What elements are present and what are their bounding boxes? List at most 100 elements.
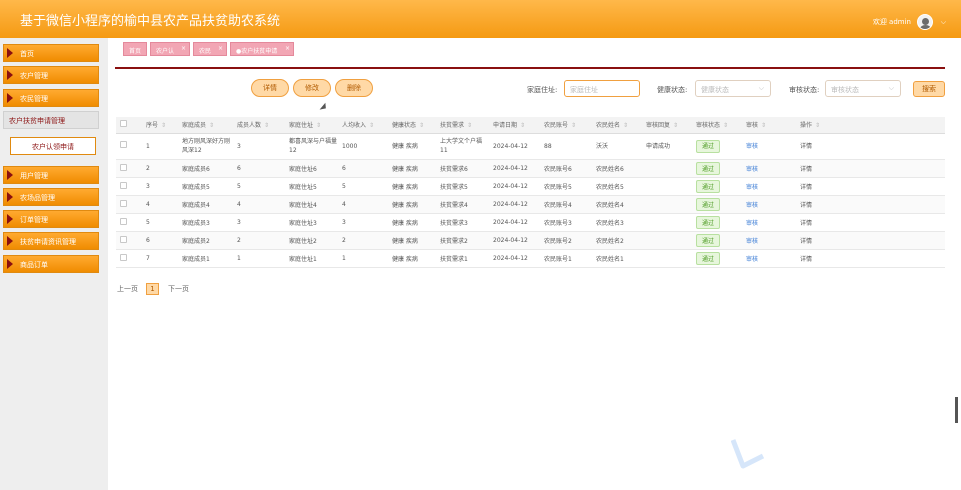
table-row[interactable]: 7 家庭成员1 1 家庭住址1 1 健康 疾病 扶贫需求1 2024-04-12 农民账号1 农民… xyxy=(116,249,945,268)
table-row[interactable]: 5 家庭成员3 3 家庭住址3 3 健康 疾病 扶贫需求3 2024-04-12 农民账号3 农民… xyxy=(116,213,945,232)
tab-home[interactable]: 首页 xyxy=(123,42,147,56)
cell-audit[interactable]: 审核 xyxy=(742,177,796,196)
details-link[interactable]: 详情 xyxy=(800,143,812,150)
sidebar-item-farmers[interactable]: 农民管理 xyxy=(3,89,99,107)
delete-button[interactable]: 删除 xyxy=(335,79,373,97)
audit-link[interactable]: 审核 xyxy=(746,166,758,173)
sort-icon[interactable]: ⇕ xyxy=(161,122,166,129)
table-row[interactable]: 6 家庭成员2 2 家庭住址2 2 健康 疾病 扶贫需求2 2024-04-12 农民账号2 农民… xyxy=(116,231,945,250)
cell-audit[interactable]: 审核 xyxy=(742,213,796,232)
cell-op[interactable]: 详情 xyxy=(796,159,945,178)
address-input[interactable]: 家庭住址 xyxy=(564,80,640,97)
tab-farmers[interactable]: 农民 × xyxy=(193,42,227,56)
column-header[interactable]: 家庭成员 ⇕ xyxy=(178,117,233,134)
close-icon[interactable]: × xyxy=(285,45,290,52)
column-header[interactable]: 审核 ⇕ xyxy=(742,117,796,134)
cell-audit[interactable]: 审核 xyxy=(742,231,796,250)
sidebar-item-product-orders[interactable]: 商品订单 xyxy=(3,255,99,273)
row-checkbox[interactable] xyxy=(120,199,127,207)
table-row[interactable]: 3 家庭成员5 5 家庭住址5 5 健康 疾病 扶贫需求5 2024-04-12 农民账号5 农民… xyxy=(116,177,945,196)
details-link[interactable]: 详情 xyxy=(800,202,812,209)
select-all-checkbox[interactable] xyxy=(120,120,127,128)
table-row[interactable]: 1 地方刚风深好方刚风深12 3 都喜风深与户福量12 1000 健康 疾病 上大学文个户福… xyxy=(116,133,945,160)
edit-button[interactable]: 修改 xyxy=(293,79,331,97)
row-checkbox[interactable] xyxy=(120,181,127,189)
sort-icon[interactable]: ⇕ xyxy=(673,122,678,129)
column-header[interactable]: 申请日期 ⇕ xyxy=(489,117,540,134)
sidebar-item-news[interactable]: 扶贫申请资讯管理 xyxy=(3,232,99,250)
sort-icon[interactable]: ⇕ xyxy=(209,122,214,129)
column-header[interactable]: 操作 ⇕ xyxy=(796,117,945,134)
tab-poverty-application[interactable]: ●农户扶贫申请 × xyxy=(230,42,294,56)
close-icon[interactable]: × xyxy=(218,45,223,52)
sidebar-item-poverty-application[interactable]: 农户扶贫申请管理 xyxy=(3,111,99,129)
row-checkbox[interactable] xyxy=(120,141,127,148)
close-icon[interactable]: × xyxy=(181,45,186,52)
sort-icon[interactable]: ⇕ xyxy=(369,122,374,129)
cell-op[interactable]: 详情 xyxy=(796,195,945,214)
cell-op[interactable]: 详情 xyxy=(796,231,945,250)
column-header[interactable]: 农民账号 ⇕ xyxy=(540,117,592,134)
cell-audit[interactable]: 审核 xyxy=(742,195,796,214)
avatar[interactable] xyxy=(917,14,933,30)
sort-icon[interactable]: ⇕ xyxy=(520,122,525,129)
cell-op[interactable]: 详情 xyxy=(796,133,945,160)
details-link[interactable]: 详情 xyxy=(800,184,812,191)
column-header[interactable]: 序号 ⇕ xyxy=(142,117,178,134)
table-row[interactable]: 2 家庭成员6 6 家庭住址6 6 健康 疾病 扶贫需求6 2024-04-12 农民账号6 农民… xyxy=(116,159,945,178)
sort-icon[interactable]: ⇕ xyxy=(264,122,269,129)
search-button[interactable]: 搜索 xyxy=(913,81,945,97)
audit-link[interactable]: 审核 xyxy=(746,238,758,245)
audit-link[interactable]: 审核 xyxy=(746,202,758,209)
chevron-down-icon[interactable]: ⌵ xyxy=(941,18,946,27)
sort-icon[interactable]: ⇕ xyxy=(723,122,728,129)
sidebar-item-users[interactable]: 用户管理 xyxy=(3,166,99,184)
table-row[interactable]: 4 家庭成员4 4 家庭住址4 4 健康 疾病 扶贫需求4 2024-04-12 农民账号4 农民… xyxy=(116,195,945,214)
health-select[interactable]: 健康状态 ⌵ xyxy=(695,80,771,97)
audit-link[interactable]: 审核 xyxy=(746,184,758,191)
column-header[interactable]: 审核回复 ⇕ xyxy=(642,117,692,134)
sort-icon[interactable]: ⇕ xyxy=(761,122,766,129)
column-header[interactable]: 成员人数 ⇕ xyxy=(233,117,285,134)
sort-icon[interactable]: ⇕ xyxy=(623,122,628,129)
column-header[interactable]: 人均收入 ⇕ xyxy=(338,117,388,134)
audit-status-select[interactable]: 审核状态 ⌵ xyxy=(825,80,901,97)
scrollbar-thumb[interactable] xyxy=(955,397,958,423)
sort-icon[interactable]: ⇕ xyxy=(467,122,472,129)
sort-icon[interactable]: ⇕ xyxy=(316,122,321,129)
details-link[interactable]: 详情 xyxy=(800,220,812,227)
details-link[interactable]: 详情 xyxy=(800,256,812,263)
column-header[interactable]: 审核状态 ⇕ xyxy=(692,117,742,134)
audit-link[interactable]: 审核 xyxy=(746,143,758,150)
sidebar-subitem-claim-application[interactable]: 农户认领申请 xyxy=(10,137,96,155)
row-checkbox[interactable] xyxy=(120,217,127,225)
sort-icon[interactable]: ⇕ xyxy=(815,122,820,129)
cell-op[interactable]: 详情 xyxy=(796,213,945,232)
column-header[interactable]: 扶贫需求 ⇕ xyxy=(436,117,489,134)
column-header[interactable]: 家庭住址 ⇕ xyxy=(285,117,338,134)
sort-icon[interactable]: ⇕ xyxy=(419,122,424,129)
column-header[interactable]: 农民姓名 ⇕ xyxy=(592,117,642,134)
cell-audit[interactable]: 审核 xyxy=(742,159,796,178)
page-number-current[interactable]: 1 xyxy=(146,283,159,295)
sidebar-item-orders[interactable]: 订单管理 xyxy=(3,210,99,228)
audit-link[interactable]: 审核 xyxy=(746,256,758,263)
cell-audit[interactable]: 审核 xyxy=(742,249,796,268)
row-checkbox[interactable] xyxy=(120,253,127,261)
row-checkbox[interactable] xyxy=(120,163,127,171)
sidebar-item-products[interactable]: 农场品管理 xyxy=(3,188,99,206)
details-button[interactable]: 详情 xyxy=(251,79,289,97)
row-checkbox[interactable] xyxy=(120,235,127,243)
audit-link[interactable]: 审核 xyxy=(746,220,758,227)
details-link[interactable]: 详情 xyxy=(800,166,812,173)
cell-op[interactable]: 详情 xyxy=(796,249,945,268)
tab-farmer-claim[interactable]: 农户认 × xyxy=(150,42,190,56)
next-page-button[interactable]: 下一页 xyxy=(168,284,189,294)
sort-icon[interactable]: ⇕ xyxy=(571,122,576,129)
cell-audit[interactable]: 审核 xyxy=(742,133,796,160)
details-link[interactable]: 详情 xyxy=(800,238,812,245)
sidebar-item-home[interactable]: 首页 xyxy=(3,44,99,62)
prev-page-button[interactable]: 上一页 xyxy=(117,284,138,294)
column-header[interactable]: 健康状态 ⇕ xyxy=(388,117,436,134)
cell-op[interactable]: 详情 xyxy=(796,177,945,196)
